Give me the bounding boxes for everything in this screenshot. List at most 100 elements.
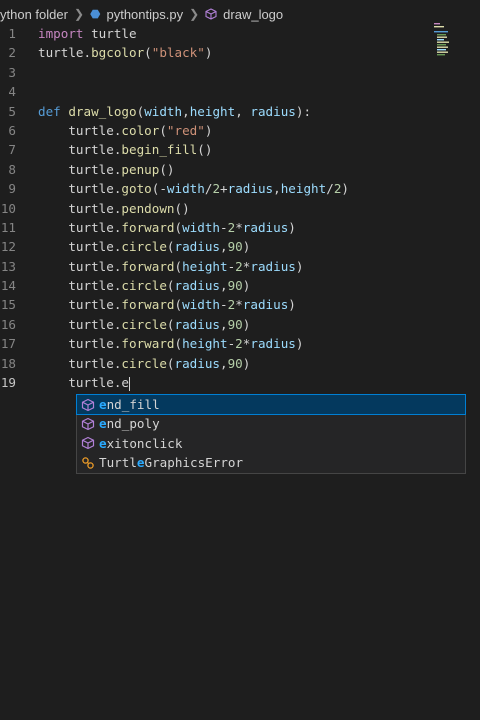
code-token: radius (174, 239, 221, 255)
line-number: 15 (0, 297, 16, 313)
code-line[interactable]: 2 turtle.bgcolor("black") (0, 43, 480, 62)
code-line[interactable]: 6 turtle.color("red") (0, 121, 480, 140)
suggestion-item[interactable]: exitonclick (77, 434, 465, 453)
code-token: turtle. (38, 219, 122, 235)
code-token: * (235, 297, 243, 313)
code-line[interactable]: 15 turtle.forward(width-2*radius) (0, 295, 480, 314)
code-line[interactable]: 12 turtle.circle(radius,90) (0, 237, 480, 256)
suggestion-item[interactable]: end_poly (77, 414, 465, 433)
line-number: 1 (8, 26, 16, 41)
code-token: circle (121, 316, 167, 332)
code-token: , (273, 181, 281, 197)
code-token: ) (295, 336, 304, 352)
code-line[interactable]: 9 turtle.goto(-width/2+radius,height/2) (0, 179, 480, 198)
code-token: ) (204, 122, 213, 138)
code-token: radius (242, 297, 289, 313)
code-token: ) (242, 355, 251, 371)
code-token: bgcolor (91, 45, 145, 61)
autocomplete-suggestions[interactable]: end_fill end_poly exitonclick TurtleGraphic… (76, 393, 466, 474)
code-line[interactable]: 18 turtle.circle(radius,90) (0, 354, 480, 373)
code-token: ) (288, 297, 296, 313)
code-line[interactable]: 7 turtle.begin_fill() (0, 140, 480, 159)
code-token: 90 (227, 239, 243, 255)
code-line[interactable]: 14 turtle.circle(radius,90) (0, 276, 480, 295)
code-token: ): (295, 103, 312, 119)
suggestion-label: exitonclick (99, 435, 183, 451)
line-number: 14 (0, 278, 16, 294)
code-token: () (159, 161, 175, 177)
line-number: 11 (0, 219, 16, 235)
suggestion-label: TurtleGraphicsError (99, 455, 244, 471)
code-token: turtle. (38, 316, 122, 332)
code-token: , (220, 355, 228, 371)
code-text: turtle.forward(height-2*radius) (38, 334, 303, 353)
code-token: + (220, 181, 228, 197)
code-line[interactable]: 8 turtle.penup() (0, 160, 480, 179)
code-token: turtle.e (38, 375, 129, 391)
code-token: height (182, 258, 228, 274)
class-icon (81, 456, 95, 470)
code-token: ( (174, 258, 183, 274)
code-token: - (220, 297, 228, 313)
code-token: turtle. (38, 258, 122, 274)
breadcrumb-file[interactable]: pythontips.py (106, 7, 183, 22)
code-token: turtle. (38, 45, 92, 61)
code-token: 90 (227, 316, 243, 332)
code-line[interactable]: 16 turtle.circle(radius,90) (0, 315, 480, 334)
line-number: 18 (0, 355, 16, 371)
code-token: ( (166, 239, 175, 255)
code-line[interactable]: 13 turtle.forward(height-2*radius) (0, 257, 480, 276)
code-line[interactable]: 1 import turtle (0, 24, 480, 43)
chevron-right-icon: ❯ (189, 7, 200, 21)
line-number: 12 (0, 239, 16, 255)
code-token: - (220, 219, 228, 235)
code-token: ( (174, 297, 183, 313)
code-token: () (174, 200, 190, 216)
code-token: color (121, 122, 160, 138)
code-text: turtle.bgcolor("black") (38, 43, 212, 62)
code-token: turtle. (38, 181, 122, 197)
code-text: turtle.begin_fill() (38, 140, 212, 159)
code-token: , (220, 239, 228, 255)
code-token: "red" (166, 122, 205, 138)
code-token: (- (151, 181, 167, 197)
code-text: turtle.color("red") (38, 121, 212, 140)
code-line[interactable]: 5 def draw_logo(width,height, radius): (0, 102, 480, 121)
suggestion-item[interactable]: TurtleGraphicsError (77, 453, 465, 472)
line-number: 19 (0, 375, 16, 391)
code-text: turtle.e (38, 373, 130, 392)
text-cursor (129, 376, 130, 391)
code-line[interactable]: 4 (0, 82, 480, 101)
code-token: goto (121, 181, 152, 197)
code-token: 2 (235, 336, 243, 352)
code-token: "black" (151, 45, 205, 61)
code-token: * (235, 219, 243, 235)
code-token: def (38, 103, 61, 119)
code-line[interactable]: 3 (0, 63, 480, 82)
line-number: 4 (8, 84, 16, 100)
code-text: turtle.pendown() (38, 199, 190, 218)
code-token: radius (174, 278, 221, 294)
code-token: ) (295, 258, 304, 274)
breadcrumb-symbol[interactable]: draw_logo (223, 7, 283, 22)
code-token: height (182, 336, 228, 352)
suggestion-item[interactable]: end_fill (76, 393, 466, 416)
code-token: forward (121, 258, 175, 274)
code-token: turtle. (38, 161, 122, 177)
code-line[interactable]: 11 turtle.forward(width-2*radius) (0, 218, 480, 237)
code-token: , (220, 316, 228, 332)
code-line[interactable]: 19 turtle.e (0, 373, 480, 392)
code-line[interactable]: 17 turtle.forward(height-2*radius) (0, 334, 480, 353)
breadcrumb-folder[interactable]: ython folder (0, 7, 68, 22)
code-text: turtle.circle(radius,90) (38, 237, 250, 256)
code-token: radius (250, 103, 296, 119)
code-text: turtle.circle(radius,90) (38, 354, 250, 373)
code-editor[interactable]: 1 import turtle 2 turtle.bgcolor("black") 3 4… (0, 24, 480, 392)
code-token: width (144, 103, 183, 119)
suggestion-label: end_fill (99, 397, 160, 412)
code-line[interactable]: 10 turtle.pendown() (0, 199, 480, 218)
code-token: ( (166, 355, 175, 371)
code-token: ) (242, 278, 251, 294)
line-number: 9 (8, 181, 16, 197)
code-token: width (182, 297, 220, 313)
